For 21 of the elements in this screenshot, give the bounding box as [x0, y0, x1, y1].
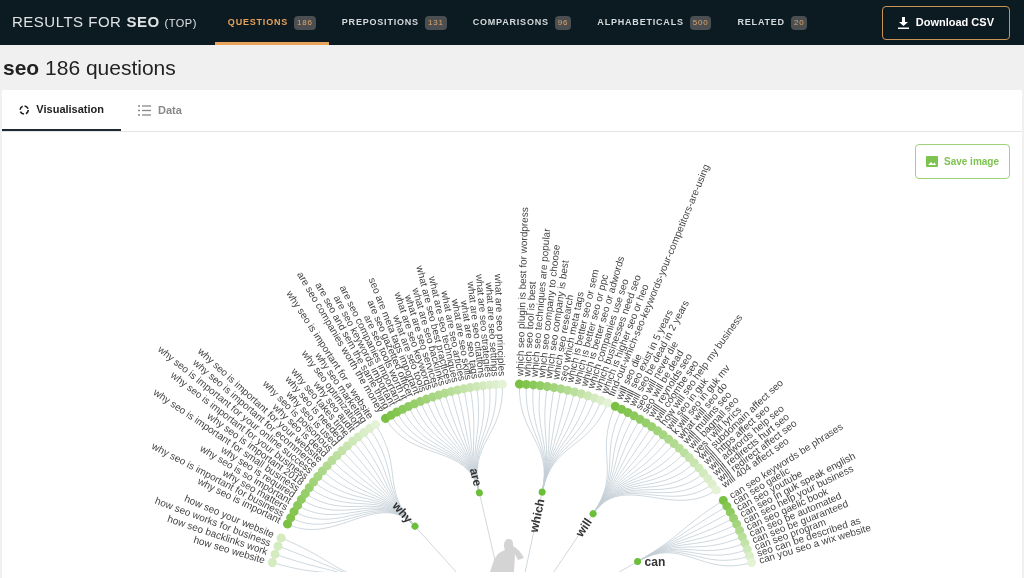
nav-tab[interactable]: ALPHABETICALS 500: [584, 0, 725, 45]
count-badge: 186: [294, 15, 316, 30]
view-tab[interactable]: Visualisation: [2, 90, 121, 131]
results-scope: (TOP): [164, 16, 197, 32]
branch-label: which: [526, 497, 548, 534]
view-tab[interactable]: Data: [121, 90, 199, 131]
branch-label: can: [644, 554, 666, 569]
count-badge: 131: [424, 15, 447, 30]
nav-tab[interactable]: PREPOSITIONS 131: [328, 0, 460, 45]
nav-tab[interactable]: RELATED 20: [724, 0, 821, 45]
count-badge: 96: [554, 15, 572, 30]
count-badge: 500: [689, 15, 712, 30]
branch-label: are: [466, 466, 485, 488]
nav-tab[interactable]: QUESTIONS 186: [214, 0, 329, 45]
nav-tab[interactable]: COMPARISONS 96: [459, 0, 585, 45]
results-prefix: RESULTS FOR: [12, 12, 122, 33]
count-badge: 20: [790, 15, 808, 30]
branch-label: will: [572, 515, 595, 540]
download-csv-button[interactable]: Download CSV: [881, 5, 1010, 40]
page-title: seo 186 questions: [3, 54, 176, 81]
results-keyword: SEO: [126, 12, 160, 33]
